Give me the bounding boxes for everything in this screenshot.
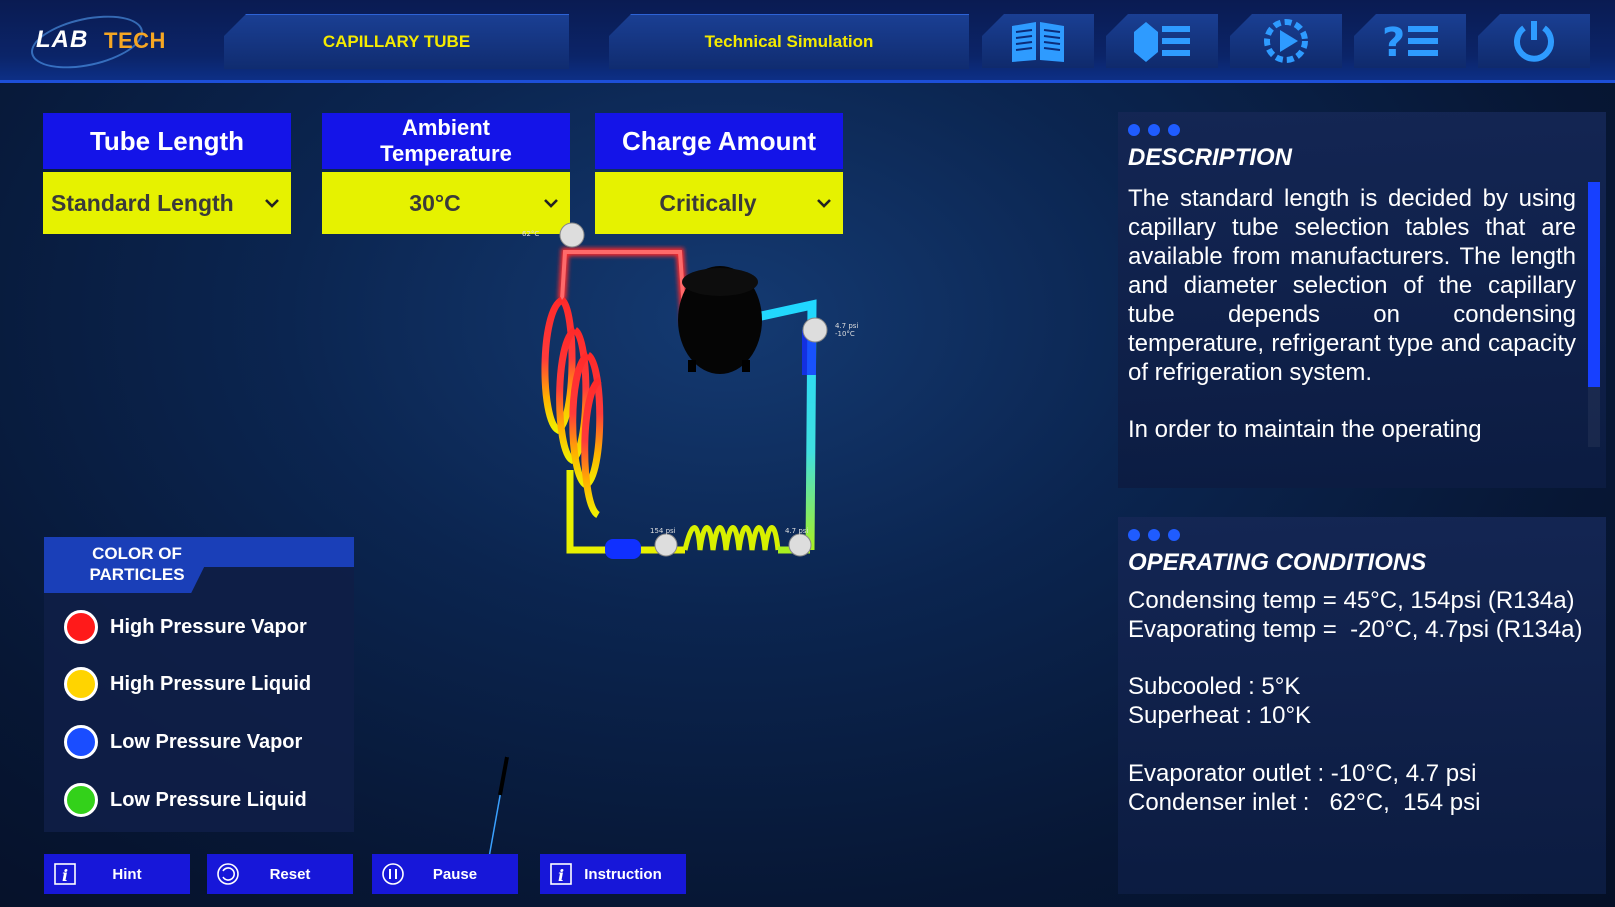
svg-text:i: i (558, 866, 564, 885)
subcooled-value: Subcooled : 5°K (1128, 673, 1301, 700)
power-button[interactable] (1478, 14, 1590, 68)
compressor (678, 266, 762, 374)
charge-amount-value: Critically (659, 189, 757, 216)
discharge-line (558, 248, 689, 326)
pointer-stick (487, 756, 509, 864)
panel-dots (1128, 529, 1180, 541)
gauge-right-label-2: -10°C (835, 330, 855, 338)
charge-amount-header: Charge Amount (595, 113, 843, 169)
evaporating-temp: Evaporating temp = -20°C, 4.7psi (R134a) (1128, 616, 1583, 643)
chevron-down-icon (265, 199, 279, 208)
legend-label: High Pressure Vapor (110, 615, 307, 638)
gauge-top-label: 62°C (522, 230, 539, 238)
scrollbar-thumb[interactable] (1588, 182, 1600, 387)
reset-button[interactable]: Reset (207, 854, 353, 894)
description-scrollbar[interactable] (1588, 182, 1600, 447)
pause-label: Pause (432, 865, 478, 883)
panel-dots (1128, 124, 1180, 136)
gauge-right-label-1: 4.7 psi (835, 322, 858, 330)
tab-capillary-tube[interactable]: CAPILLARY TUBE (224, 14, 569, 69)
operating-conditions-title: OPERATING CONDITIONS (1128, 549, 1427, 576)
legend-label: Low Pressure Liquid (110, 788, 307, 811)
gauge-suction: 4.7 psi -10°C (802, 317, 858, 343)
help-button[interactable]: ? (1354, 14, 1466, 68)
condensing-temp: Condensing temp = 45°C, 154psi (R134a) (1128, 587, 1575, 614)
tab-technical-simulation[interactable]: Technical Simulation (609, 14, 969, 69)
description-title: DESCRIPTION (1128, 144, 1293, 171)
lab-tech-logo: LAB TECH (26, 6, 180, 78)
instruction-label: Instruction (584, 865, 662, 883)
hint-button[interactable]: i Hint (44, 854, 190, 894)
gauge-discharge: 62°C (522, 222, 585, 248)
play-simulation-button[interactable] (1230, 14, 1342, 68)
capillary-tube-coil (682, 525, 781, 551)
ambient-header-line1: Ambient (401, 115, 490, 140)
legend-title-line2: PARTICLES (89, 565, 185, 584)
legend-item-high-pressure-vapor: High Pressure Vapor (64, 607, 307, 647)
blue-dot-icon (64, 725, 98, 759)
reset-icon (217, 863, 239, 885)
legend-item-high-pressure-liquid: High Pressure Liquid (64, 664, 311, 704)
gauge-bottom-left-label: 154 psi (650, 527, 676, 535)
help-list-icon: ? (1382, 20, 1438, 64)
svg-text:i: i (62, 866, 68, 885)
description-panel: DESCRIPTION The standard length is decid… (1118, 112, 1606, 488)
ambient-temperature-header: Ambient Temperature (322, 113, 570, 169)
yellow-dot-icon (64, 667, 98, 701)
theory-book-button[interactable] (982, 14, 1094, 68)
book-icon (1012, 22, 1064, 62)
operating-conditions-panel: OPERATING CONDITIONS Condensing temp = 4… (1118, 517, 1606, 894)
refrigeration-cycle-diagram[interactable]: 62°C 4.7 psi -10°C 154 psi 4.7 psi (520, 220, 900, 590)
legend-title: COLOR OF PARTICLES (72, 543, 202, 585)
instruction-button[interactable]: i Instruction (540, 854, 686, 894)
play-gear-icon (1264, 19, 1308, 63)
red-dot-icon (64, 610, 98, 644)
hint-label: Hint (112, 865, 142, 883)
description-paragraph-2: In order to maintain the operating (1128, 416, 1482, 443)
legend-title-line1: COLOR OF (92, 544, 182, 563)
filter-drier (605, 539, 641, 559)
top-bar: LAB TECH CAPILLARY TUBE Technical Simula… (0, 0, 1615, 83)
description-text: The standard length is decided by using … (1128, 184, 1576, 464)
condenser-inlet: Condenser inlet : 62°C, 154 psi (1128, 789, 1481, 816)
menu-list-icon (1134, 22, 1190, 62)
green-dot-icon (64, 783, 98, 817)
menu-list-button[interactable] (1106, 14, 1218, 68)
tube-length-header: Tube Length (43, 113, 291, 169)
tube-length-dropdown[interactable]: Standard Length (43, 172, 291, 234)
logo-text-lab: LAB (36, 26, 89, 53)
pause-icon (382, 863, 404, 885)
particle-color-legend: COLOR OF PARTICLES High Pressure Vapor H… (44, 537, 354, 832)
svg-text:?: ? (1382, 20, 1405, 64)
info-icon: i (550, 863, 572, 885)
legend-item-low-pressure-vapor: Low Pressure Vapor (64, 722, 302, 762)
chevron-down-icon (544, 199, 558, 208)
legend-label: High Pressure Liquid (110, 672, 312, 695)
pause-button[interactable]: Pause (372, 854, 518, 894)
description-paragraph-1: The standard length is decided by using … (1128, 185, 1576, 386)
chevron-down-icon (817, 199, 831, 208)
logo-text-tech: TECH (104, 28, 166, 53)
ambient-temperature-value: 30°C (409, 189, 461, 216)
power-icon (1514, 21, 1554, 62)
reset-label: Reset (269, 865, 311, 883)
superheat-value: Superheat : 10°K (1128, 702, 1312, 729)
evaporator-outlet: Evaporator outlet : -10°C, 4.7 psi (1128, 760, 1477, 787)
legend-label: Low Pressure Vapor (110, 730, 303, 753)
ambient-header-line2: Temperature (380, 141, 512, 166)
legend-header: COLOR OF PARTICLES (44, 537, 354, 593)
gauge-bottom-right-label: 4.7 psi (785, 527, 808, 535)
legend-item-low-pressure-liquid: Low Pressure Liquid (64, 780, 307, 820)
info-icon: i (54, 863, 76, 885)
tube-length-value: Standard Length (51, 189, 234, 216)
